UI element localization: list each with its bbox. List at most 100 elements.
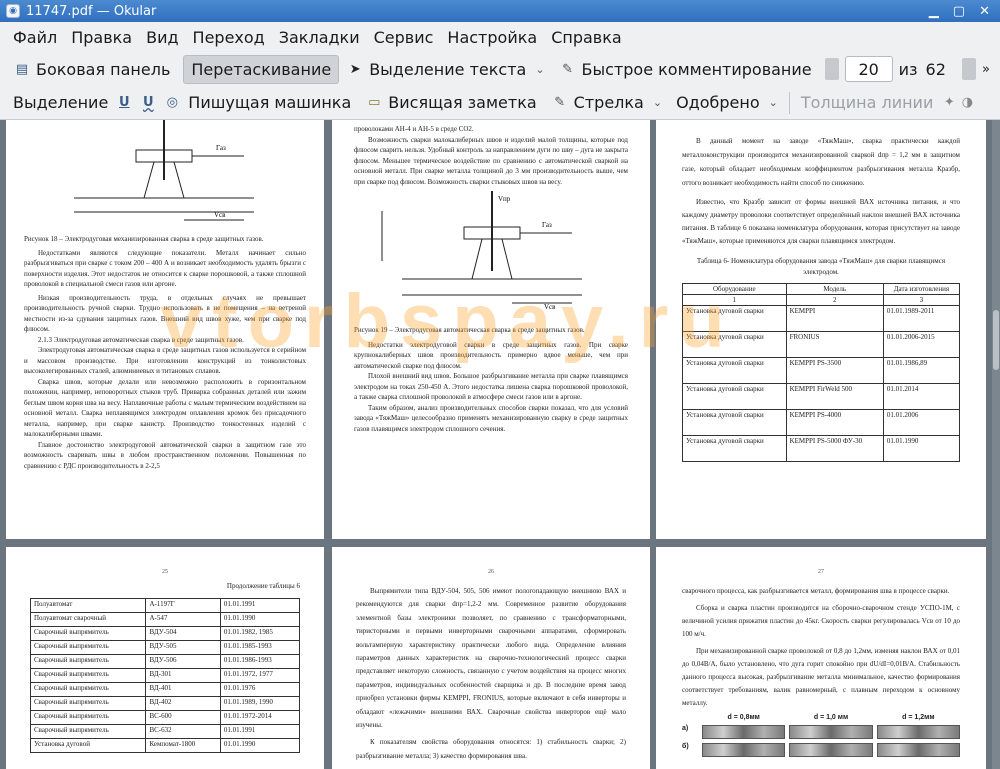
menu-bookmarks[interactable]: Закладки	[272, 24, 367, 51]
stamp-approved-button[interactable]: Одобрено ⌄	[669, 89, 785, 116]
equipment-table-continued: Полуавтомат А-1197Г 01.01.1991 Полуавтомат…	[29, 597, 301, 753]
sidebar-button[interactable]: ▤ Боковая панель	[6, 56, 177, 83]
text-select-button[interactable]: ➤ Выделение текста ⌄	[339, 56, 551, 83]
drag-mode-button[interactable]: Перетаскивание	[183, 54, 340, 84]
table-cell: ВД-402	[145, 695, 221, 711]
table-row: Сварочный выпрямитель ВС-600 01.01.1972-20…	[29, 709, 301, 725]
paragraph: При механизированной сварке проволокой о…	[682, 647, 960, 707]
typewriter-label: Пишущая машинка	[188, 93, 352, 112]
document-view[interactable]: Газ Vсв Рисунок 18 – Электродуговая меха…	[0, 120, 1000, 769]
line-width-button[interactable]: Толщина линии	[794, 89, 941, 116]
table-header: Оборудование	[682, 283, 787, 295]
scrollbar-thumb[interactable]	[993, 310, 999, 370]
arrow-tool-button[interactable]: ✎ Стрелка ⌄	[544, 89, 669, 116]
menu-file[interactable]: Файл	[6, 24, 64, 51]
quick-comment-label: Быстрое комментирование	[581, 59, 812, 79]
maximize-icon[interactable]: ▢	[953, 4, 965, 19]
selection-tool-label: Выделение	[13, 93, 109, 112]
figure-caption: Рисунок 18 – Электродуговая механизирова…	[24, 235, 264, 243]
chevron-down-icon[interactable]: ⌄	[653, 96, 662, 109]
previous-page-button[interactable]	[824, 58, 839, 80]
paragraph: Электродуговая автоматическая сварка в с…	[24, 346, 306, 375]
figure-caption: Рисунок 19 – Электродуговая автоматическ…	[354, 326, 585, 334]
table-cell: 01.01.1986,89	[882, 357, 961, 384]
vertical-scrollbar[interactable]	[992, 120, 1000, 769]
pdf-page: 27 сварочного процесса, как разбрызгивае…	[656, 547, 986, 769]
paragraph: Возможность сварки малокалиберных швов и…	[354, 135, 628, 186]
table-cell: 01.01.1990	[882, 435, 961, 462]
table-cell: 01.01.1991	[219, 597, 301, 613]
paragraph: Недостатки электродуговой сварки в среде…	[354, 340, 628, 370]
minimize-icon[interactable]: ▁	[929, 4, 939, 19]
menu-view[interactable]: Вид	[139, 24, 185, 51]
table-row: Установка дуговой сварки KEMPPI PS-5000 …	[682, 435, 961, 462]
chevron-down-icon[interactable]: ⌄	[769, 96, 778, 109]
pop-up-note-button[interactable]: ▭ Висящая заметка	[358, 89, 543, 116]
menu-bar: Файл Правка Вид Переход Закладки Сервис …	[0, 22, 1000, 52]
table-cell: 01.01.1989, 1990	[219, 695, 301, 711]
weld-bead-photo	[702, 743, 786, 757]
table-cell: Установка дуговой сварки	[682, 331, 787, 358]
table-cell: 01.01.1982, 1985	[219, 625, 301, 641]
menu-tools[interactable]: Сервис	[367, 24, 441, 51]
stamp-icon[interactable]: ◎	[163, 94, 181, 112]
table-cell: KEMPPI PS-3500	[785, 357, 884, 384]
page-number-input[interactable]: 20	[844, 56, 893, 82]
table-cell: 01.01.1976	[219, 681, 301, 697]
sidebar-label: Боковая панель	[36, 59, 171, 79]
weld-bead-photo	[789, 725, 873, 739]
underline-icon[interactable]: U	[115, 94, 133, 112]
opacity-icon[interactable]: ◑	[958, 94, 976, 112]
close-icon[interactable]: ✕	[979, 4, 990, 19]
table-cell: 01.01.2014	[882, 383, 961, 410]
table-cell: Установка дуговой сварки	[682, 305, 787, 332]
chevron-down-icon[interactable]: ⌄	[535, 63, 544, 76]
page-of-label: из	[898, 59, 918, 79]
title-bar: ◉ 11747.pdf — Okular ▁ ▢ ✕	[0, 0, 1000, 22]
quick-comment-button[interactable]: ✎ Быстрое комментирование	[552, 56, 819, 83]
table-cell: ВС-632	[145, 723, 221, 739]
weld-bead-photo	[789, 743, 873, 757]
toolbar-overflow-icon[interactable]: »	[982, 62, 990, 77]
paragraph: Главное достоинство электродуговой автом…	[24, 440, 306, 470]
menu-edit[interactable]: Правка	[64, 24, 139, 51]
pen-icon: ✎	[554, 95, 566, 110]
table-row: Установка дуговой сварки FRONIUS 01.01.2…	[682, 331, 961, 358]
color-icon[interactable]: ✦	[940, 94, 958, 112]
paragraph: сварочного процесса, как разбрызгивается…	[682, 587, 950, 595]
table-cell: 01.01.1985-1993	[219, 639, 301, 655]
pop-up-note-label: Висящая заметка	[388, 93, 537, 112]
next-page-button[interactable]	[961, 58, 976, 80]
table-header: Модель	[785, 283, 884, 295]
table-cell: 3	[882, 294, 961, 306]
squiggly-underline-icon[interactable]: U	[139, 94, 157, 112]
figure-label-feed: Vпр	[498, 195, 511, 203]
figure-label-speed: Vсв	[544, 303, 556, 311]
paragraph: проволоками АН-4 и АН-5 в среде СО2.	[354, 125, 474, 133]
table-cell: Сварочный выпрямитель	[29, 723, 147, 739]
paragraph: Сварка швов, которые делали или невозмож…	[24, 377, 306, 439]
menu-go[interactable]: Переход	[186, 24, 272, 51]
table-header: Дата изготовления	[882, 283, 961, 295]
table-cell: А-547	[145, 611, 221, 627]
table-cell: KEMPPI FirWeld 500	[785, 383, 884, 410]
table-cell: Полуавтомат сварочный	[29, 611, 147, 627]
arrow-tool-label: Стрелка	[573, 93, 644, 112]
selection-tool-button[interactable]: Выделение	[6, 89, 115, 116]
paragraph: Известно, что Кразбр зависит от формы вн…	[682, 198, 960, 245]
table-cell: А-1197Г	[145, 597, 221, 613]
table-row: Сварочный выпрямитель ВД-402 01.01.1989, 1…	[29, 695, 301, 711]
pdf-page: 25 Продолжение таблицы 6 Полуавтомат А-11…	[6, 547, 324, 769]
menu-help[interactable]: Справка	[544, 24, 629, 51]
paragraph: Низкая производительность труда, в отдел…	[24, 293, 306, 334]
typewriter-button[interactable]: Пишущая машинка	[181, 89, 358, 116]
table-cell: Кемпомат-1800	[145, 737, 221, 753]
table-cell: KEMPPI	[785, 305, 884, 332]
stamp-approved-label: Одобрено	[676, 93, 760, 112]
section-heading: 2.1.3 Электродуговая автоматическая свар…	[38, 335, 244, 344]
menu-settings[interactable]: Настройка	[440, 24, 544, 51]
table-cell: 01.01.1972-2014	[219, 709, 301, 725]
table-cell: Установка дуговой сварки	[682, 383, 787, 410]
line-width-label: Толщина линии	[800, 93, 934, 112]
table-row: Полуавтомат сварочный А-547 01.01.1990	[29, 611, 301, 627]
